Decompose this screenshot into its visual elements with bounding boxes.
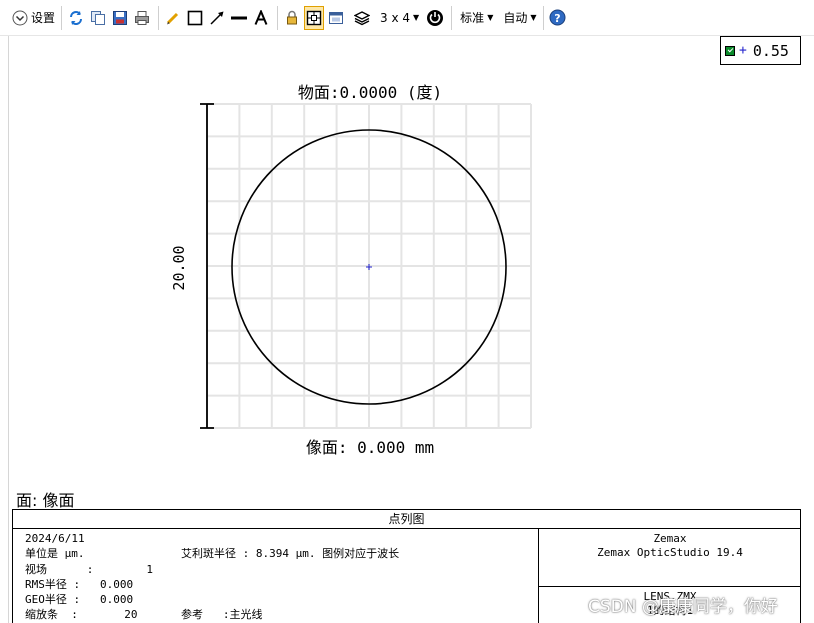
reference-label: 参考: [181, 608, 203, 621]
field-colon: :: [86, 562, 94, 576]
image-field-title: 像面: 0.000 mm: [305, 438, 435, 457]
scale-bar-info-label: 缩放条 :: [25, 608, 78, 622]
reference-text: 参考 :主光线: [181, 606, 263, 622]
info-right-top: Zemax Zemax OpticStudio 19.4: [539, 532, 801, 560]
scale-bar-info-value: 20: [124, 608, 138, 622]
geo-label: GEO半径 :: [25, 593, 81, 607]
field-value: 1: [146, 562, 153, 576]
product-text: Zemax OpticStudio 19.4: [597, 546, 743, 559]
info-panel-title: 点列图: [12, 509, 801, 529]
scale-bar-label: 20.00: [170, 245, 188, 291]
geo-value: 0.000: [100, 593, 134, 607]
info-left-column: 2024/6/11 单位是 µm. 视场 : 1 RMS半径 : 0.000 G…: [25, 531, 153, 623]
reference-value: :主光线: [222, 608, 263, 621]
watermark-text: CSDN @康康同学，你好: [588, 597, 778, 617]
date-text: 2024/6/11: [25, 532, 85, 545]
airy-radius-text: 艾利斑半径 : 8.394 µm. 图例对应于波长: [181, 547, 400, 560]
rms-label: RMS半径 :: [25, 577, 81, 591]
units-text: 单位是 µm.: [25, 547, 85, 561]
field-label: 视场: [25, 562, 47, 576]
surface-label: 面: 像面: [16, 491, 75, 510]
chief-ray-marker: [366, 264, 372, 270]
info-divider-horizontal: [538, 586, 801, 587]
rms-value: 0.000: [100, 577, 134, 591]
company-text: Zemax: [653, 532, 687, 545]
